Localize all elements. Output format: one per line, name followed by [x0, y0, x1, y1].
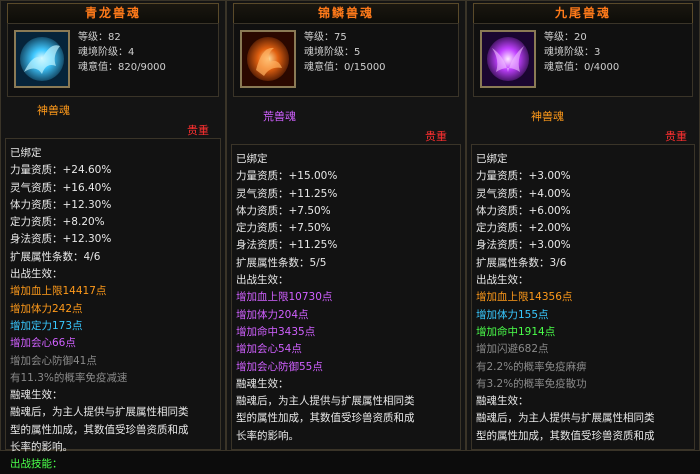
attribute-line: 定力资质：+2.00% — [476, 222, 571, 235]
attribute-line: 出战技能： — [10, 458, 63, 471]
attribute-line: 增加会心66点 — [10, 337, 76, 350]
attribute-line: 出战生效： — [236, 274, 289, 287]
attribute-line: 融魂生效： — [10, 389, 63, 402]
attribute-line: 身法资质：+11.25% — [236, 239, 338, 252]
attribute-line: 型的属性加成，其数值受珍兽资质和成 — [236, 412, 415, 425]
beast-soul-card-jinlin: 锦鳞兽魂 等级：75 魂境阶级：5 魂意值：0/15000 荒兽魂 贵重 已绑定… — [226, 0, 466, 451]
soul-value: 820/9000 — [118, 62, 166, 73]
tier-value: 4 — [128, 47, 135, 58]
soul-label: 魂意值： — [304, 62, 344, 73]
attribute-line: 长率的影响。 — [236, 429, 299, 442]
attribute-line: 增加闪避682点 — [476, 343, 549, 356]
attribute-line: 力量资质：+3.00% — [476, 170, 571, 183]
qinglong-soul-icon[interactable] — [14, 30, 70, 88]
attribute-line: 增加血上限10730点 — [236, 291, 333, 304]
attribute-line: 增加血上限14417点 — [10, 285, 107, 298]
card-header: 等级：75 魂境阶级：5 魂意值：0/15000 — [233, 23, 459, 97]
soul-type: 神兽魂 — [531, 110, 564, 123]
tier-label: 魂境阶级： — [78, 47, 128, 58]
attribute-line: 灵气资质：+4.00% — [476, 187, 571, 200]
attribute-line: 融魂生效： — [236, 377, 289, 390]
tier-label: 魂境阶级： — [304, 47, 354, 58]
soul-stats: 等级：75 魂境阶级：5 魂意值：0/15000 — [304, 30, 386, 75]
level-value: 20 — [574, 32, 587, 43]
tier-value: 3 — [594, 47, 601, 58]
attribute-line: 增加体力155点 — [476, 308, 549, 321]
attribute-line: 有2.2%的概率免疫麻痹 — [476, 360, 587, 373]
quality-label: 贵重 — [665, 130, 687, 143]
card-header: 等级：20 魂境阶级：3 魂意值：0/4000 — [473, 23, 693, 97]
attribute-line: 灵气资质：+11.25% — [236, 187, 338, 200]
card-title: 青龙兽魂 — [7, 3, 219, 24]
soul-label: 魂意值： — [544, 62, 584, 73]
attribute-line: 已绑定 — [236, 153, 268, 165]
attribute-line: 已绑定 — [10, 147, 42, 159]
attribute-line: 有3.2%的概率免疫散功 — [476, 377, 587, 390]
attribute-line: 增加体力204点 — [236, 308, 309, 321]
attribute-lines: 已绑定力量资质：+24.60% 灵气资质：+16.40% 体力资质：+12.30% 定… — [10, 145, 189, 474]
tier-value: 5 — [354, 47, 361, 58]
quality-label: 贵重 — [425, 130, 447, 143]
level-value: 82 — [108, 32, 121, 43]
attribute-line: 力量资质：+24.60% — [10, 164, 112, 177]
quality-label: 贵重 — [187, 124, 209, 137]
attribute-line: 出战生效： — [10, 268, 63, 281]
level-value: 75 — [334, 32, 347, 43]
soul-stats: 等级：20 魂境阶级：3 魂意值：0/4000 — [544, 30, 619, 75]
attribute-line: 增加命中1914点 — [476, 325, 556, 338]
attribute-line: 增加会心防御55点 — [236, 360, 323, 373]
attribute-line: 力量资质：+15.00% — [236, 170, 338, 183]
card-header: 等级：82 魂境阶级：4 魂意值：820/9000 — [7, 23, 219, 97]
attribute-line: 扩展属性条数：3/6 — [476, 256, 567, 269]
soul-type: 荒兽魂 — [263, 110, 296, 123]
level-label: 等级： — [544, 32, 574, 43]
attribute-line: 有11.3%的概率免疫减速 — [10, 371, 128, 384]
attribute-line: 增加会心防御41点 — [10, 354, 97, 367]
attribute-line: 增加定力173点 — [10, 319, 83, 332]
soul-label: 魂意值： — [78, 62, 118, 73]
attribute-line: 长率的影响。 — [10, 441, 73, 454]
attribute-line: 型的属性加成，其数值受珍兽资质和成 — [10, 423, 189, 436]
attribute-line: 增加体力242点 — [10, 302, 83, 315]
jiuwei-soul-icon[interactable] — [480, 30, 536, 88]
attribute-lines: 已绑定力量资质：+15.00% 灵气资质：+11.25% 体力资质：+7.50% 定力… — [236, 151, 415, 445]
level-label: 等级： — [78, 32, 108, 43]
attribute-line: 增加命中3435点 — [236, 325, 316, 338]
beast-soul-card-jiuwei: 九尾兽魂 等级：20 魂境阶级：3 魂意值：0/4000 神兽魂 贵重 已绑定力… — [466, 0, 700, 451]
card-title: 九尾兽魂 — [473, 3, 693, 24]
card-title: 锦鳞兽魂 — [233, 3, 459, 24]
attribute-panel: 已绑定力量资质：+15.00% 灵气资质：+11.25% 体力资质：+7.50% 定力… — [231, 144, 461, 450]
attribute-line: 扩展属性条数：5/5 — [236, 256, 327, 269]
attribute-line: 融魂后，为主人提供与扩展属性相同类 — [476, 412, 655, 425]
attribute-line: 扩展属性条数：4/6 — [10, 250, 101, 263]
attribute-line: 融魂生效： — [476, 395, 529, 408]
attribute-line: 增加血上限14356点 — [476, 291, 573, 304]
attribute-line: 体力资质：+6.00% — [476, 204, 571, 217]
attribute-panel: 已绑定力量资质：+3.00% 灵气资质：+4.00% 体力资质：+6.00% 定力资质… — [471, 144, 695, 450]
attribute-line: 定力资质：+8.20% — [10, 216, 105, 229]
tier-label: 魂境阶级： — [544, 47, 594, 58]
attribute-lines: 已绑定力量资质：+3.00% 灵气资质：+4.00% 体力资质：+6.00% 定力资质… — [476, 151, 655, 445]
attribute-line: 体力资质：+7.50% — [236, 204, 331, 217]
jinlin-soul-icon[interactable] — [240, 30, 296, 88]
soul-value: 0/4000 — [584, 62, 620, 73]
attribute-line: 已绑定 — [476, 153, 508, 165]
attribute-line: 体力资质：+12.30% — [10, 198, 112, 211]
attribute-line: 身法资质：+3.00% — [476, 239, 571, 252]
level-label: 等级： — [304, 32, 334, 43]
attribute-line: 融魂后，为主人提供与扩展属性相同类 — [236, 395, 415, 408]
attribute-line: 灵气资质：+16.40% — [10, 181, 112, 194]
beast-soul-card-qinglong: 青龙兽魂 等级：82 魂境阶级：4 魂意值：820/9000 神兽魂 贵重 已绑… — [0, 0, 226, 470]
attribute-line: 增加会心54点 — [236, 343, 302, 356]
soul-stats: 等级：82 魂境阶级：4 魂意值：820/9000 — [78, 30, 166, 75]
attribute-line: 型的属性加成，其数值受珍兽资质和成 — [476, 429, 655, 442]
attribute-panel: 已绑定力量资质：+24.60% 灵气资质：+16.40% 体力资质：+12.30% 定… — [5, 138, 221, 470]
attribute-line: 定力资质：+7.50% — [236, 222, 331, 235]
attribute-line: 出战生效： — [476, 274, 529, 287]
soul-value: 0/15000 — [344, 62, 386, 73]
soul-type: 神兽魂 — [37, 104, 70, 117]
attribute-line: 融魂后，为主人提供与扩展属性相同类 — [10, 406, 189, 419]
attribute-line: 身法资质：+12.30% — [10, 233, 112, 246]
